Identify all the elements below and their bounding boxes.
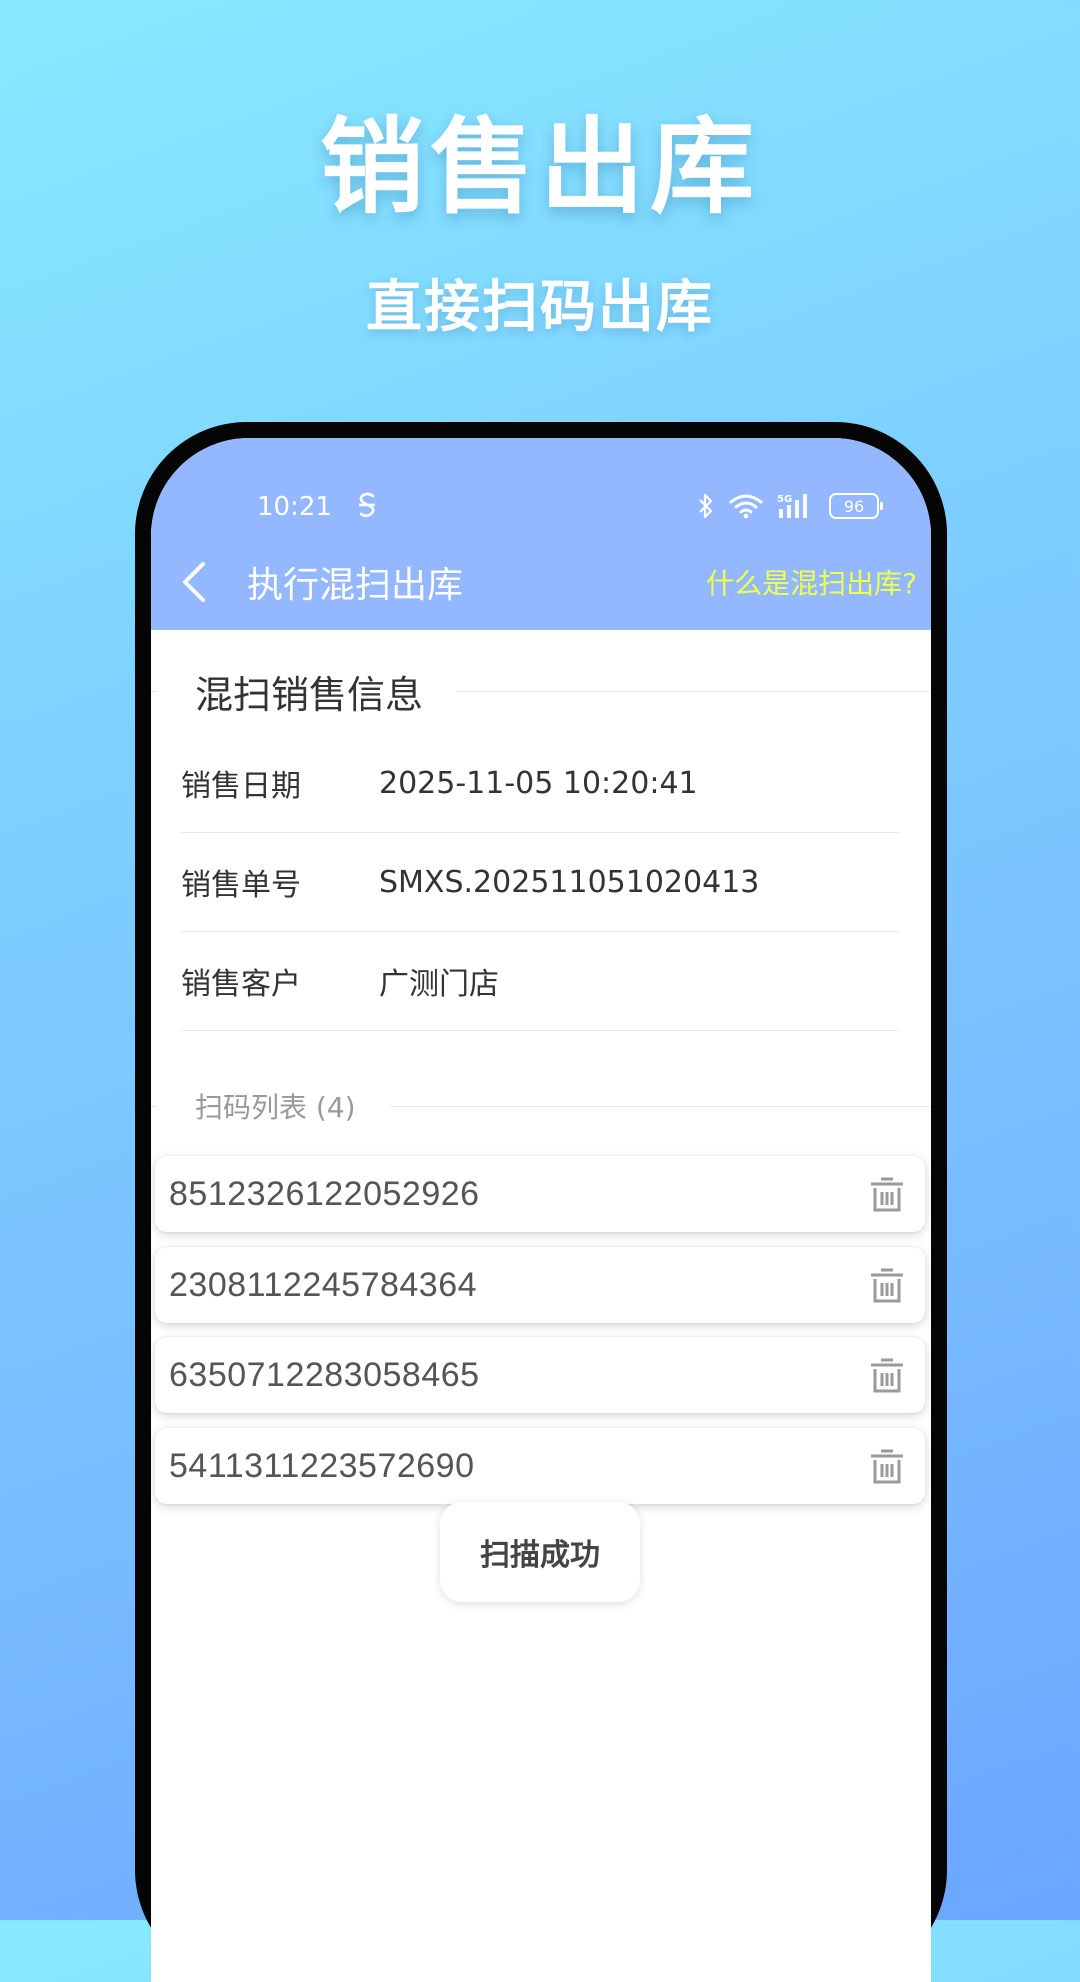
wifi-icon xyxy=(729,493,763,519)
scan-code: 6350712283058465 xyxy=(169,1355,480,1394)
info-label: 销售单号 xyxy=(181,868,301,903)
signal-icon: 5G xyxy=(777,492,815,520)
scan-list-title: 扫码列表 (4) xyxy=(195,1091,356,1124)
scan-list-item: 8512326122052926 xyxy=(155,1156,925,1232)
trash-icon[interactable] xyxy=(867,1355,907,1395)
promo-title: 销售出库 xyxy=(319,106,760,228)
info-row-sale-date: 销售日期 2025-11-05 10:20:41 xyxy=(181,734,899,833)
scan-list-item: 6350712283058465 xyxy=(155,1337,925,1413)
divider xyxy=(457,691,931,692)
trash-icon[interactable] xyxy=(867,1446,907,1486)
info-row-customer: 销售客户 广测门店 xyxy=(181,932,899,1031)
promo-subtitle: 直接扫码出库 xyxy=(366,275,714,340)
status-icons: 5G 96 xyxy=(697,488,883,524)
phone-frame: 10:21 5G 96 执行混扫出库 什么是混扫出库? 混扫销售信息 销售日期 … xyxy=(135,422,947,1982)
trash-icon[interactable] xyxy=(867,1265,907,1305)
info-row-sale-number: 销售单号 SMXS.202511051020413 xyxy=(181,833,899,932)
info-value: 2025-11-05 10:20:41 xyxy=(379,765,698,801)
divider xyxy=(389,1105,931,1107)
scan-success-toast: 扫描成功 xyxy=(440,1502,640,1602)
scan-code: 8512326122052926 xyxy=(169,1174,480,1213)
page-title: 执行混扫出库 xyxy=(247,565,464,606)
phone-screen: 10:21 5G 96 执行混扫出库 什么是混扫出库? 混扫销售信息 销售日期 … xyxy=(151,438,931,1982)
scan-list-item: 5411311223572690 xyxy=(155,1428,925,1504)
scan-list-item: 2308112245784364 xyxy=(155,1247,925,1323)
battery-icon: 96 xyxy=(829,493,883,519)
info-value: SMXS.202511051020413 xyxy=(379,864,760,900)
trash-icon[interactable] xyxy=(867,1174,907,1214)
info-label: 销售客户 xyxy=(181,967,301,1002)
app-header: 10:21 5G 96 执行混扫出库 什么是混扫出库? xyxy=(151,438,931,630)
info-value: 广测门店 xyxy=(379,967,499,1002)
help-link[interactable]: 什么是混扫出库? xyxy=(706,562,917,602)
scan-code: 2308112245784364 xyxy=(169,1265,478,1304)
app-notification-icon xyxy=(353,490,381,520)
back-arrow-icon[interactable] xyxy=(173,552,217,612)
info-section-title: 混扫销售信息 xyxy=(195,673,424,717)
status-time: 10:21 xyxy=(257,492,332,522)
network-type-label: 5G xyxy=(777,494,792,505)
scan-list-header: 扫码列表 (4) xyxy=(151,1086,931,1126)
bluetooth-icon xyxy=(697,492,715,520)
scan-code: 5411311223572690 xyxy=(169,1446,475,1485)
info-section-header: 混扫销售信息 xyxy=(151,664,931,719)
info-label: 销售日期 xyxy=(181,769,301,804)
